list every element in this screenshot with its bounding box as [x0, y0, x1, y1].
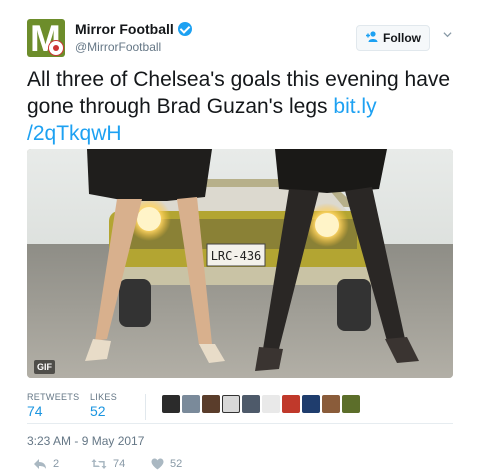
like-count: 52	[170, 458, 183, 470]
retweet-action[interactable]: 74	[91, 458, 125, 470]
tweet-timestamp[interactable]: 3:23 AM - 9 May 2017	[27, 434, 144, 448]
likes-label: LIKES	[90, 392, 118, 402]
liker-avatar[interactable]	[262, 395, 280, 413]
liker-avatars	[162, 395, 360, 413]
retweets-count[interactable]: 74	[27, 403, 43, 419]
follow-person-icon	[365, 31, 379, 45]
separator	[27, 423, 453, 424]
gif-badge: GIF	[34, 360, 55, 374]
follow-button[interactable]: Follow	[356, 25, 430, 51]
liker-avatar[interactable]	[182, 395, 200, 413]
verified-badge-icon	[177, 22, 192, 36]
reply-count: 2	[53, 458, 60, 470]
football-icon	[48, 40, 64, 56]
account-handle[interactable]: @MirrorFootball	[75, 40, 161, 54]
retweet-count: 74	[113, 458, 126, 470]
liker-avatar[interactable]	[242, 395, 260, 413]
retweets-label: RETWEETS	[27, 392, 80, 402]
liker-avatar[interactable]	[342, 395, 360, 413]
retweet-icon	[91, 459, 107, 469]
account-name[interactable]: Mirror Football	[75, 21, 192, 37]
tweet-text: All three of Chelsea's goals this evenin…	[27, 66, 457, 147]
gif-frame-image: LRC-436	[27, 149, 453, 378]
like-action[interactable]: 52	[151, 458, 182, 470]
liker-avatar[interactable]	[162, 395, 180, 413]
gif-media[interactable]: LRC-436	[27, 149, 453, 378]
account-name-label: Mirror Football	[75, 21, 174, 37]
license-plate: LRC-436	[211, 249, 262, 263]
liker-avatar[interactable]	[222, 395, 240, 413]
reply-icon	[34, 459, 46, 469]
liker-avatar[interactable]	[322, 395, 340, 413]
tweet-link-part2: /2qTkqwH	[27, 122, 122, 145]
liker-avatar[interactable]	[302, 395, 320, 413]
stats-divider	[145, 394, 146, 420]
likes-count[interactable]: 52	[90, 403, 106, 419]
tweet-body: All three of Chelsea's goals this evenin…	[27, 68, 451, 118]
tweet-link-part1: bit.ly	[333, 95, 377, 118]
tweet-card: M Mirror Football @MirrorFootball Follow…	[0, 0, 480, 475]
follow-label: Follow	[383, 31, 421, 45]
liker-avatar[interactable]	[282, 395, 300, 413]
chevron-down-icon[interactable]	[443, 30, 452, 39]
avatar[interactable]: M	[27, 19, 65, 57]
heart-icon	[151, 458, 164, 470]
reply-action[interactable]: 2	[33, 458, 59, 470]
liker-avatar[interactable]	[202, 395, 220, 413]
